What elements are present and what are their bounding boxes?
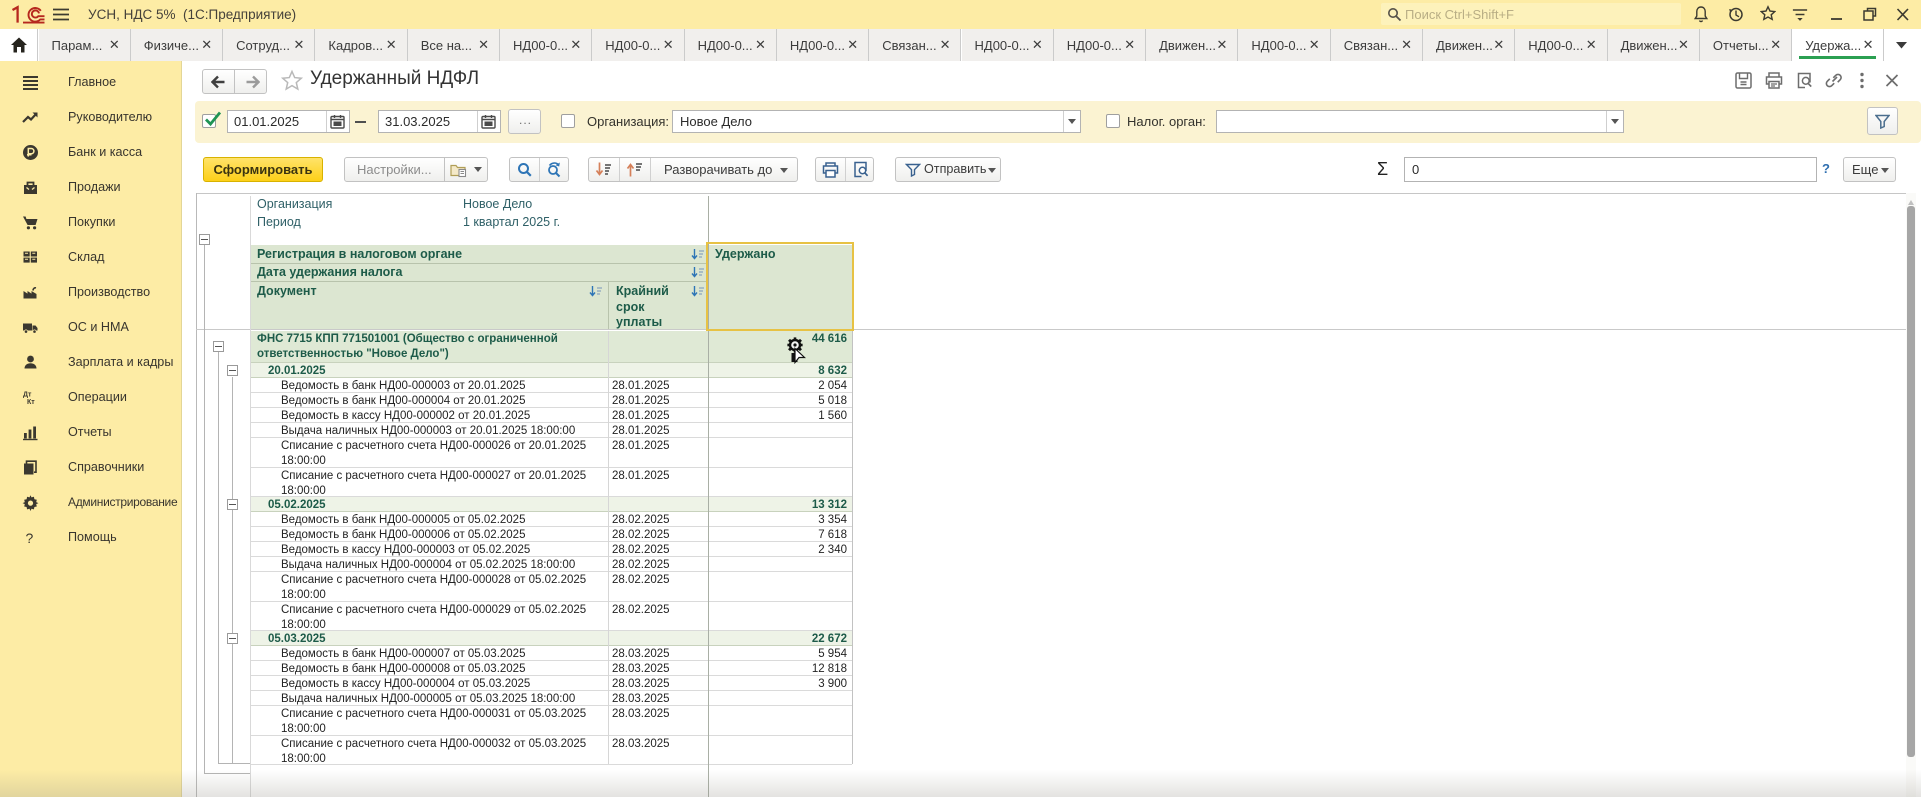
- svg-text:Дт: Дт: [23, 392, 32, 399]
- svg-text:Кт: Кт: [27, 399, 35, 406]
- svg-text:?: ?: [26, 530, 34, 546]
